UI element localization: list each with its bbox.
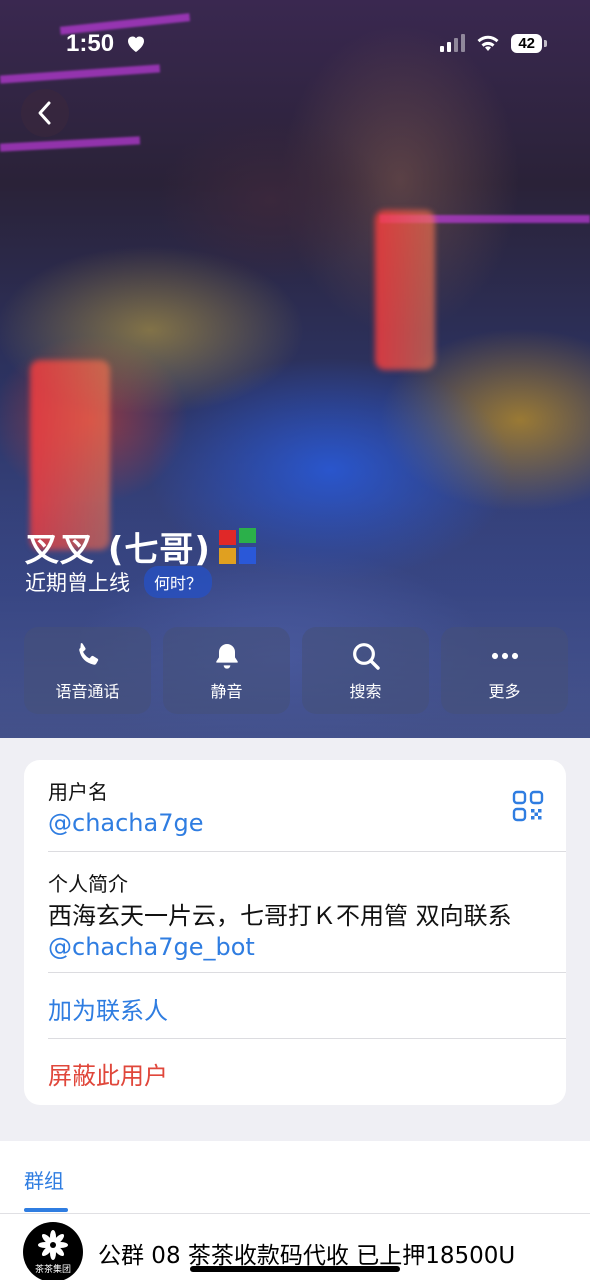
voice-call-button[interactable]: 语音通话 bbox=[24, 627, 151, 714]
online-status-row: 近期曾上线 何时？ bbox=[25, 566, 213, 598]
signal-icon bbox=[440, 34, 466, 52]
bio-mention-link[interactable]: @chacha7ge_bot bbox=[48, 933, 255, 961]
search-icon bbox=[352, 642, 380, 670]
group-avatar[interactable]: 茶茶集团 bbox=[23, 1222, 83, 1280]
action-label: 语音通话 bbox=[55, 681, 120, 701]
chevron-left-icon bbox=[38, 101, 51, 125]
action-label: 搜索 bbox=[349, 681, 382, 701]
bio-label: 个人简介 bbox=[48, 872, 128, 896]
qr-code-icon[interactable] bbox=[512, 790, 544, 822]
bio-row: 个人简介 西海玄天一片云，七哥打Ｋ不用管 双向联系 @chacha7ge_bot bbox=[48, 868, 566, 963]
username-row[interactable]: 用户名 @chacha7ge bbox=[48, 776, 566, 837]
bell-icon bbox=[215, 643, 238, 669]
username-link[interactable]: @chacha7ge bbox=[48, 809, 566, 837]
bio-body: 西海玄天一片云，七哥打Ｋ不用管 双向联系 bbox=[48, 902, 512, 930]
profile-info-card: 用户名 @chacha7ge 个人简介 西海玄天一片云，七哥打Ｋ不用管 双向联系… bbox=[24, 760, 566, 1105]
mute-button[interactable]: 静音 bbox=[163, 627, 290, 714]
when-button[interactable]: 何时？ bbox=[144, 566, 213, 598]
action-buttons: 语音通话 静音 搜索 更多 bbox=[24, 627, 568, 714]
block-user-button[interactable]: 屏蔽此用户 bbox=[48, 1056, 566, 1091]
wifi-icon bbox=[477, 35, 499, 51]
action-label: 更多 bbox=[488, 681, 521, 701]
profile-screen: 1:50 42 叉叉 (七哥) 近期曾上线 何时？ 语音通话 静音 搜索 更多 … bbox=[0, 0, 590, 1280]
groups-section: 群组 茶茶集团 公群 08 茶茶收款码代收 已上押18500U bbox=[0, 1141, 590, 1280]
battery-indicator: 42 bbox=[511, 33, 547, 53]
status-indicators: 42 bbox=[440, 33, 547, 53]
search-button[interactable]: 搜索 bbox=[302, 627, 429, 714]
bio-text: 西海玄天一片云，七哥打Ｋ不用管 双向联系 @chacha7ge_bot bbox=[48, 901, 528, 963]
group-name[interactable]: 公群 08 茶茶收款码代收 已上押18500U bbox=[98, 1236, 515, 1270]
home-indicator[interactable] bbox=[190, 1266, 400, 1272]
action-label: 静音 bbox=[210, 681, 243, 701]
last-seen-text: 近期曾上线 bbox=[25, 571, 130, 595]
profile-name: 叉叉 (七哥) bbox=[25, 530, 211, 570]
back-button[interactable] bbox=[21, 89, 69, 137]
tab-groups[interactable]: 群组 bbox=[24, 1165, 64, 1194]
more-button[interactable]: 更多 bbox=[441, 627, 568, 714]
add-contact-button[interactable]: 加为联系人 bbox=[48, 991, 566, 1026]
block-user-row[interactable]: 屏蔽此用户 bbox=[48, 1056, 566, 1091]
status-time: 1:50 bbox=[66, 30, 115, 57]
tab-indicator bbox=[24, 1208, 68, 1212]
flower-logo-icon bbox=[38, 1229, 68, 1260]
more-icon bbox=[491, 652, 518, 659]
profile-name-row: 叉叉 (七哥) bbox=[25, 522, 259, 571]
add-contact-row[interactable]: 加为联系人 bbox=[48, 991, 566, 1026]
phone-icon bbox=[78, 642, 98, 665]
group-avatar-label: 茶茶集团 bbox=[34, 1264, 71, 1275]
logo-badge-icon bbox=[217, 526, 259, 568]
heart-icon bbox=[124, 31, 150, 57]
username-label: 用户名 bbox=[48, 780, 108, 804]
